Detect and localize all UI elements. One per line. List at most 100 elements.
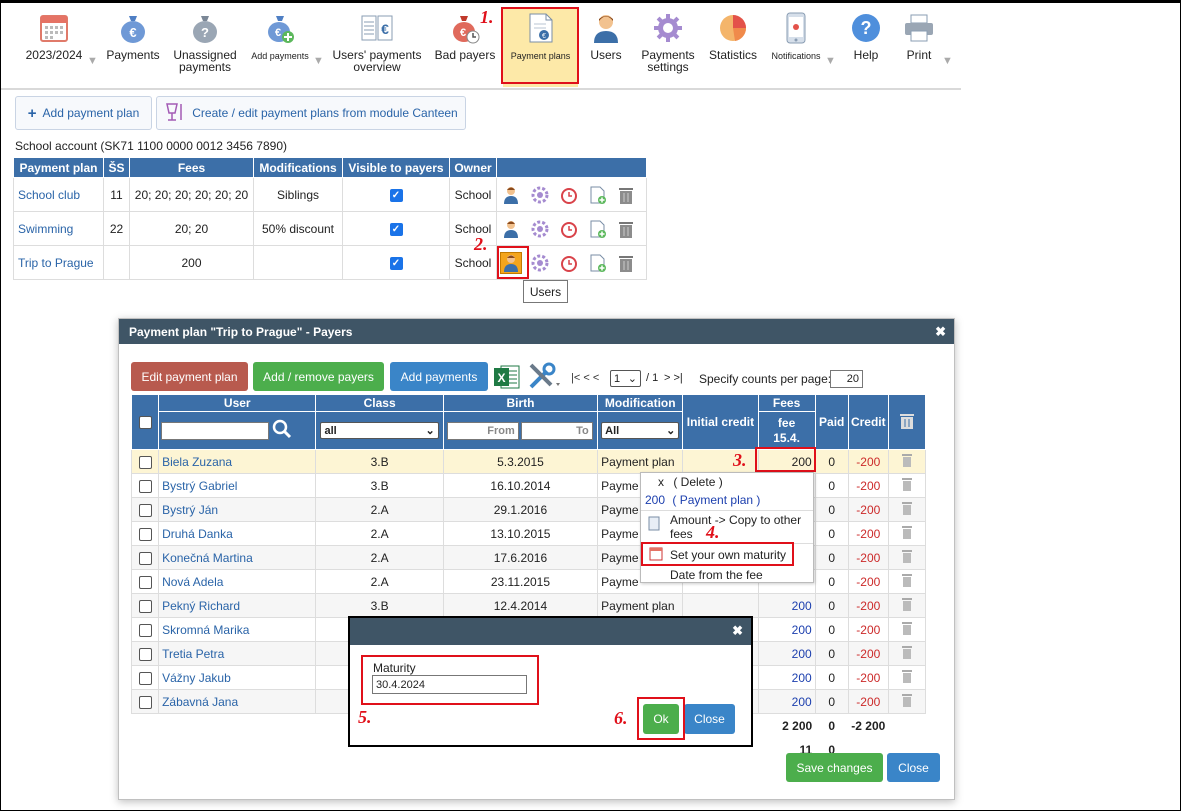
- users-action-icon[interactable]: [500, 251, 522, 274]
- select-all-checkbox[interactable]: [130, 394, 160, 450]
- user-search-input[interactable]: [161, 421, 270, 440]
- visible-checkbox[interactable]: ✓: [342, 177, 450, 212]
- payer-fee[interactable]: 200: [757, 641, 816, 666]
- save-changes-button[interactable]: Save changes: [786, 753, 883, 782]
- menu-copy-amount[interactable]: Amount -> Copy to other fees: [670, 513, 801, 541]
- settings-action-icon[interactable]: [530, 185, 550, 205]
- menu-date-from-fee[interactable]: Date from the fee: [670, 568, 763, 582]
- payer-fee[interactable]: 200: [757, 689, 816, 714]
- toolbar-add-payments[interactable]: € Add payments: [248, 11, 312, 62]
- edit-payment-plan-button[interactable]: Edit payment plan: [131, 362, 248, 391]
- payer-name-link[interactable]: Biela Zuzana: [158, 449, 317, 474]
- maturity-close-button[interactable]: Close: [684, 704, 735, 734]
- users-action-icon[interactable]: [501, 219, 521, 239]
- history-action-icon[interactable]: [559, 185, 579, 205]
- search-icon[interactable]: [272, 419, 292, 442]
- ok-button[interactable]: Ok: [643, 704, 679, 734]
- page-select[interactable]: 1 ⌄: [610, 370, 641, 387]
- row-trash-icon[interactable]: [887, 497, 927, 522]
- pager-next-last[interactable]: > >|: [664, 372, 683, 384]
- plan-name-link[interactable]: Swimming: [13, 211, 104, 246]
- add-payments-button[interactable]: Add payments: [390, 362, 488, 391]
- row-checkbox[interactable]: [130, 449, 160, 474]
- pager-first-prev[interactable]: |< < <: [571, 372, 599, 384]
- add-remove-payers-button[interactable]: Add / remove payers: [253, 362, 384, 391]
- payer-fee[interactable]: 200: [757, 665, 816, 690]
- tools-icon[interactable]: [527, 361, 563, 394]
- row-trash-icon[interactable]: [887, 665, 927, 690]
- toolbar-print[interactable]: Print: [900, 11, 938, 61]
- payer-name-link[interactable]: Vážny Jakub: [158, 665, 317, 690]
- payer-name-link[interactable]: Zábavná Jana: [158, 689, 317, 714]
- row-checkbox[interactable]: [130, 521, 160, 546]
- excel-export-icon[interactable]: X: [493, 363, 521, 394]
- payer-name-link[interactable]: Pekný Richard: [158, 593, 317, 618]
- row-trash-icon[interactable]: [887, 521, 927, 546]
- notifications-dropdown-arrow-icon[interactable]: ▼: [825, 55, 836, 67]
- visible-checkbox[interactable]: ✓: [342, 245, 450, 280]
- payer-fee[interactable]: 200: [757, 449, 816, 474]
- payer-name-link[interactable]: Bystrý Ján: [158, 497, 317, 522]
- row-checkbox[interactable]: [130, 665, 160, 690]
- toolbar-payments[interactable]: € Payments: [102, 11, 164, 61]
- payer-name-link[interactable]: Bystrý Gabriel: [158, 473, 317, 498]
- payer-name-link[interactable]: Druhá Danka: [158, 521, 317, 546]
- toolbar-year[interactable]: 2023/2024: [20, 11, 88, 61]
- toolbar-unassigned-payments[interactable]: ? Unassigned payments: [170, 11, 240, 73]
- row-trash-icon[interactable]: [887, 473, 927, 498]
- copy-action-icon[interactable]: [588, 253, 608, 273]
- visible-checkbox[interactable]: ✓: [342, 211, 450, 246]
- toolbar-payments-settings[interactable]: Payments settings: [638, 11, 698, 73]
- trash-icon[interactable]: [617, 219, 635, 239]
- toolbar-users[interactable]: Users: [586, 11, 626, 61]
- toolbar-help[interactable]: ? Help: [846, 11, 886, 61]
- row-trash-icon[interactable]: [887, 617, 927, 642]
- close-icon[interactable]: ✖: [732, 623, 743, 639]
- row-checkbox[interactable]: [130, 545, 160, 570]
- settings-action-icon[interactable]: [530, 253, 550, 273]
- row-trash-icon[interactable]: [887, 689, 927, 714]
- payer-fee[interactable]: 200: [757, 593, 816, 618]
- toolbar-users-payments-overview[interactable]: € Users' payments overview: [329, 11, 425, 73]
- history-action-icon[interactable]: [559, 219, 579, 239]
- row-trash-icon[interactable]: [887, 641, 927, 666]
- add-payments-dropdown-arrow-icon[interactable]: ▼: [313, 55, 324, 67]
- row-trash-icon[interactable]: [887, 449, 927, 474]
- dialog-close-button[interactable]: Close: [887, 753, 940, 782]
- birth-to-input[interactable]: To: [520, 421, 593, 440]
- counts-per-page-input[interactable]: 20: [830, 370, 863, 388]
- menu-payment-plan[interactable]: 200 ( Payment plan ): [645, 493, 760, 507]
- copy-action-icon[interactable]: [588, 185, 608, 205]
- maturity-date-input[interactable]: 30.4.2024: [372, 675, 527, 694]
- row-checkbox[interactable]: [130, 689, 160, 714]
- payer-name-link[interactable]: Nová Adela: [158, 569, 317, 594]
- row-trash-icon[interactable]: [887, 593, 927, 618]
- birth-from-input[interactable]: From: [446, 421, 519, 440]
- payer-name-link[interactable]: Skromná Marika: [158, 617, 317, 642]
- copy-action-icon[interactable]: [588, 219, 608, 239]
- toolbar-statistics[interactable]: Statistics: [706, 11, 760, 61]
- class-filter-select[interactable]: all ⌄: [320, 422, 439, 439]
- toolbar-payment-plans[interactable]: € Payment plans: [503, 9, 578, 87]
- toolbar-notifications[interactable]: Notifications: [768, 11, 824, 62]
- row-checkbox[interactable]: [130, 617, 160, 642]
- menu-delete[interactable]: x ( Delete ): [658, 475, 723, 489]
- row-trash-icon[interactable]: [887, 569, 927, 594]
- add-payment-plan-button[interactable]: + Add payment plan: [15, 96, 152, 130]
- payer-name-link[interactable]: Tretia Petra: [158, 641, 317, 666]
- canteen-plans-button[interactable]: Create / edit payment plans from module …: [156, 96, 466, 130]
- row-checkbox[interactable]: [130, 593, 160, 618]
- trash-icon[interactable]: [617, 253, 635, 273]
- mod-filter-select[interactable]: All ⌄: [601, 422, 680, 439]
- payer-name-link[interactable]: Konečná Martina: [158, 545, 317, 570]
- trash-all-icon[interactable]: [899, 413, 915, 433]
- print-dropdown-arrow-icon[interactable]: ▼: [942, 55, 953, 67]
- year-dropdown-arrow-icon[interactable]: ▼: [87, 55, 98, 67]
- row-checkbox[interactable]: [130, 473, 160, 498]
- row-checkbox[interactable]: [130, 497, 160, 522]
- plan-name-link[interactable]: Trip to Prague: [13, 245, 104, 280]
- row-trash-icon[interactable]: [887, 545, 927, 570]
- settings-action-icon[interactable]: [530, 219, 550, 239]
- row-checkbox[interactable]: [130, 569, 160, 594]
- trash-icon[interactable]: [617, 185, 635, 205]
